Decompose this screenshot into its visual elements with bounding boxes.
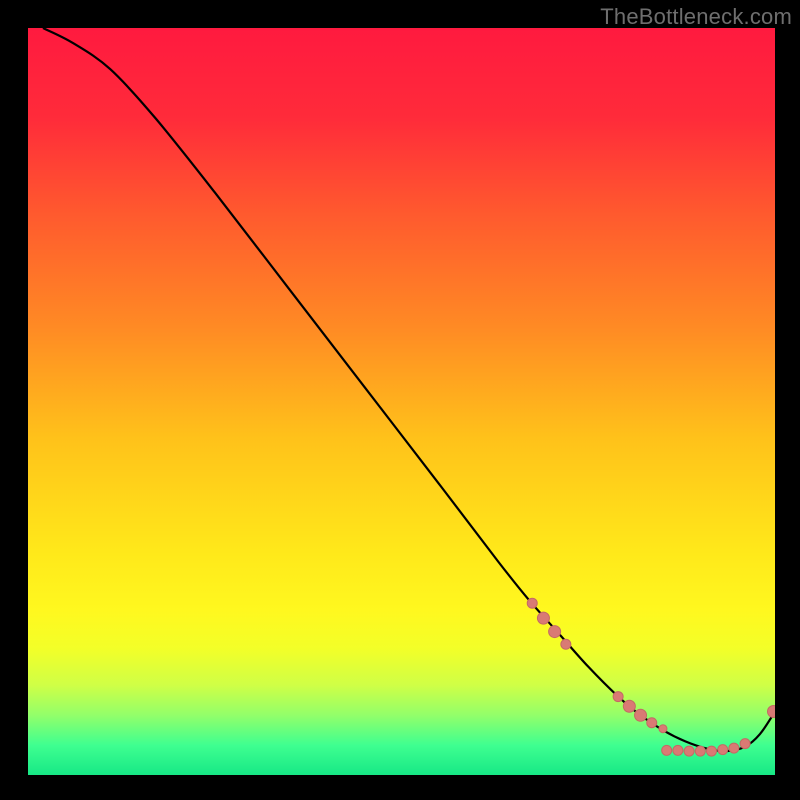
scatter-point (729, 743, 739, 753)
scatter-point (768, 706, 775, 718)
scatter-point (537, 612, 549, 624)
scatter-point (647, 718, 657, 728)
scatter-point (718, 745, 728, 755)
scatter-point (684, 746, 694, 756)
scatter-point (695, 746, 705, 756)
scatter-point (549, 626, 561, 638)
chart-frame (28, 28, 775, 775)
scatter-point (707, 746, 717, 756)
scatter-point (561, 639, 571, 649)
scatter-point (527, 598, 537, 608)
scatter-point (662, 745, 672, 755)
scatter-point (623, 700, 635, 712)
scatter-point (659, 725, 667, 733)
chart-plot (28, 28, 775, 775)
scatter-point (740, 739, 750, 749)
scatter-point (635, 709, 647, 721)
scatter-point (673, 745, 683, 755)
watermark-text: TheBottleneck.com (600, 4, 792, 30)
scatter-point (613, 692, 623, 702)
gradient-background (28, 28, 775, 775)
